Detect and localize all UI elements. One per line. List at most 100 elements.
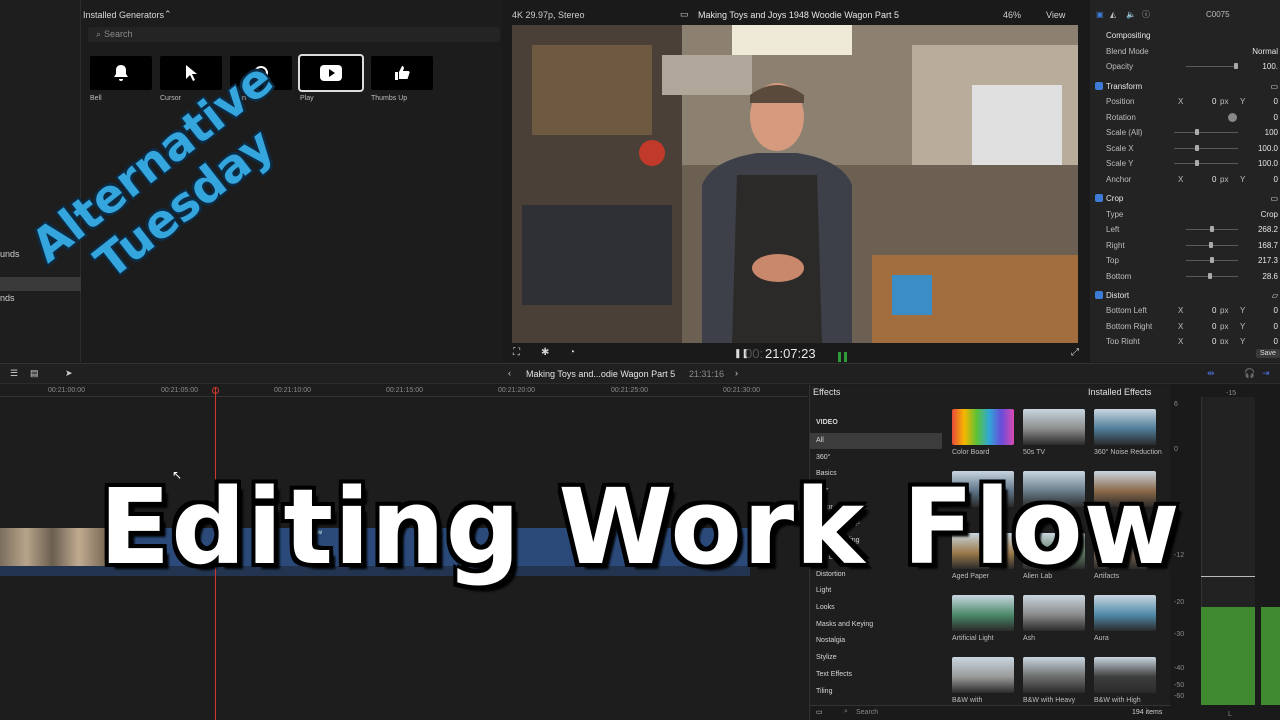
scale-x-knob[interactable] xyxy=(1195,145,1199,151)
magic-wand-icon[interactable]: ✱ xyxy=(541,347,549,358)
crop-bottom-slider[interactable] xyxy=(1186,276,1238,277)
playhead-handle[interactable] xyxy=(212,387,219,394)
effect-thumbnail[interactable] xyxy=(1023,657,1085,693)
bottom-left-y-value[interactable]: 0 xyxy=(1274,303,1278,318)
bottom-left-x-value[interactable]: 0 xyxy=(1212,303,1216,318)
video-inspector-icon[interactable]: ▣ xyxy=(1096,7,1104,22)
save-button[interactable]: Save xyxy=(1256,349,1280,358)
effect-category[interactable]: Looks xyxy=(810,600,942,616)
bottom-right-x-value[interactable]: 0 xyxy=(1212,319,1216,334)
forward-arrow-icon[interactable]: › xyxy=(735,368,738,378)
effect-thumbnail[interactable] xyxy=(1023,595,1085,631)
effect-thumbnail[interactable] xyxy=(1094,409,1156,445)
crop-top-knob[interactable] xyxy=(1210,257,1214,263)
crop-left-label: Left xyxy=(1106,225,1120,234)
select-tool-icon[interactable]: ➤ xyxy=(65,368,73,379)
crop-left-knob[interactable] xyxy=(1210,226,1214,232)
ruler-tick-label: 00:21:25:00 xyxy=(611,387,648,394)
crop-type-select[interactable]: Crop xyxy=(1261,207,1278,222)
scale-all-slider[interactable] xyxy=(1174,132,1238,133)
scale-x-value[interactable]: 100.0 xyxy=(1258,141,1278,156)
speed-icon[interactable]: ◔ xyxy=(569,347,575,358)
crop-right-value[interactable]: 168.7 xyxy=(1258,238,1278,253)
crop-bottom-knob[interactable] xyxy=(1208,273,1212,279)
opacity-value[interactable]: 100. xyxy=(1262,59,1278,74)
scale-y-slider[interactable] xyxy=(1174,163,1238,164)
distort-checkbox[interactable] xyxy=(1095,291,1103,299)
transform-onscreen-icon[interactable]: ▭ xyxy=(1270,79,1278,94)
crop-onscreen-icon[interactable]: ▭ xyxy=(1270,191,1278,206)
rotation-value[interactable]: 0 xyxy=(1274,110,1278,125)
chevron-updown-icon[interactable]: ⌃ xyxy=(164,9,172,20)
effect-category[interactable]: Text Effects xyxy=(810,667,942,683)
effect-label: B&W with Heavy xyxy=(1023,697,1076,704)
opacity-slider[interactable] xyxy=(1186,66,1238,67)
scale-x-slider[interactable] xyxy=(1174,148,1238,149)
scale-y-value[interactable]: 100.0 xyxy=(1258,156,1278,171)
timecode-dim: 00: xyxy=(745,346,764,361)
opacity-knob[interactable] xyxy=(1234,63,1238,69)
clip-appearance-icon[interactable]: ☰ xyxy=(10,368,18,379)
transform-checkbox[interactable] xyxy=(1095,82,1103,90)
position-x-value[interactable]: 0 xyxy=(1212,94,1216,109)
effect-thumbnail[interactable] xyxy=(952,409,1014,445)
rotation-label: Rotation xyxy=(1106,113,1136,122)
anchor-y-value[interactable]: 0 xyxy=(1274,172,1278,187)
append-icon[interactable]: ▤ xyxy=(30,368,39,379)
crop-type-label: Type xyxy=(1106,210,1124,219)
meter-scale-label: 0 xyxy=(1174,446,1178,453)
meter-scale-label: -50 xyxy=(1174,682,1185,689)
scale-y-knob[interactable] xyxy=(1195,160,1199,166)
headphones-icon[interactable]: 🎧 xyxy=(1244,368,1255,379)
effect-category[interactable]: Masks and Keying xyxy=(810,617,942,633)
effect-thumbnail[interactable] xyxy=(952,595,1014,631)
effect-thumbnail[interactable] xyxy=(952,657,1014,693)
top-right-x-value[interactable]: 0 xyxy=(1212,334,1216,344)
crop-right-knob[interactable] xyxy=(1209,242,1213,248)
effect-category[interactable]: Stylize xyxy=(810,650,942,666)
effect-category[interactable]: Nostalgia xyxy=(810,633,942,649)
position-y-value[interactable]: 0 xyxy=(1274,94,1278,109)
generator-tile-thumbs-up[interactable] xyxy=(371,56,433,90)
blend-mode-select[interactable]: Normal xyxy=(1252,44,1278,59)
top-right-y-value[interactable]: 0 xyxy=(1274,334,1278,344)
crop-checkbox[interactable] xyxy=(1095,194,1103,202)
crop-top-value[interactable]: 217.3 xyxy=(1258,253,1278,268)
effects-source-dropdown[interactable]: Installed Effects xyxy=(1088,387,1151,397)
distort-onscreen-icon[interactable]: ▱ xyxy=(1272,288,1278,303)
audio-inspector-icon[interactable]: 🔈 xyxy=(1126,7,1136,22)
fullscreen-icon[interactable]: ⤢ xyxy=(1071,347,1079,358)
zoom-dropdown[interactable]: 46% xyxy=(1003,10,1021,20)
view-menu[interactable]: View xyxy=(1046,10,1065,20)
timecode[interactable]: 21:07:23 xyxy=(765,346,816,361)
generator-tile-bell[interactable] xyxy=(90,56,152,90)
info-icon[interactable]: ⓘ xyxy=(1142,7,1150,22)
effect-thumbnail[interactable] xyxy=(1023,409,1085,445)
project-title[interactable]: Making Toys and...odie Wagon Part 5 xyxy=(526,369,675,379)
bottom-right-y-value[interactable]: 0 xyxy=(1274,319,1278,334)
snapping-icon[interactable]: ⇥ xyxy=(1262,368,1270,379)
crop-bottom-value[interactable]: 28.6 xyxy=(1262,269,1278,284)
back-arrow-icon[interactable]: ‹ xyxy=(508,368,511,378)
viewer-controls: ⛶ ✱ ◔ ❚❚ 00: 21:07:23 ⤢ xyxy=(503,344,1090,364)
browser-title[interactable]: Installed Generators xyxy=(83,10,164,20)
generator-tile-play[interactable] xyxy=(298,54,364,92)
anchor-x-value[interactable]: 0 xyxy=(1212,172,1216,187)
video-frame[interactable] xyxy=(512,25,1078,343)
scale-all-knob[interactable] xyxy=(1195,129,1199,135)
sidebar-toggle-icon[interactable]: ▭ xyxy=(816,708,823,716)
color-inspector-icon[interactable]: ◭ xyxy=(1110,7,1116,22)
effect-category[interactable]: All xyxy=(810,433,942,449)
crop-left-value[interactable]: 268.2 xyxy=(1258,222,1278,237)
effects-search-input[interactable]: Search xyxy=(856,709,878,716)
axis-x-label: X xyxy=(1178,337,1184,344)
rotation-dial[interactable] xyxy=(1228,113,1237,122)
timeline-ruler[interactable]: 00:21:00:00 00:21:05:00 00:21:10:00 00:2… xyxy=(0,385,808,397)
effect-category[interactable]: Tiling xyxy=(810,684,942,700)
effect-thumbnail[interactable] xyxy=(1094,657,1156,693)
audio-skimming-icon[interactable]: ⇹ xyxy=(1207,368,1215,379)
scale-all-value[interactable]: 100 xyxy=(1265,125,1278,140)
generator-search-input[interactable]: ⌕ Search xyxy=(88,27,500,42)
effect-thumbnail[interactable] xyxy=(1094,595,1156,631)
transform-tool-icon[interactable]: ⛶ xyxy=(513,347,520,358)
